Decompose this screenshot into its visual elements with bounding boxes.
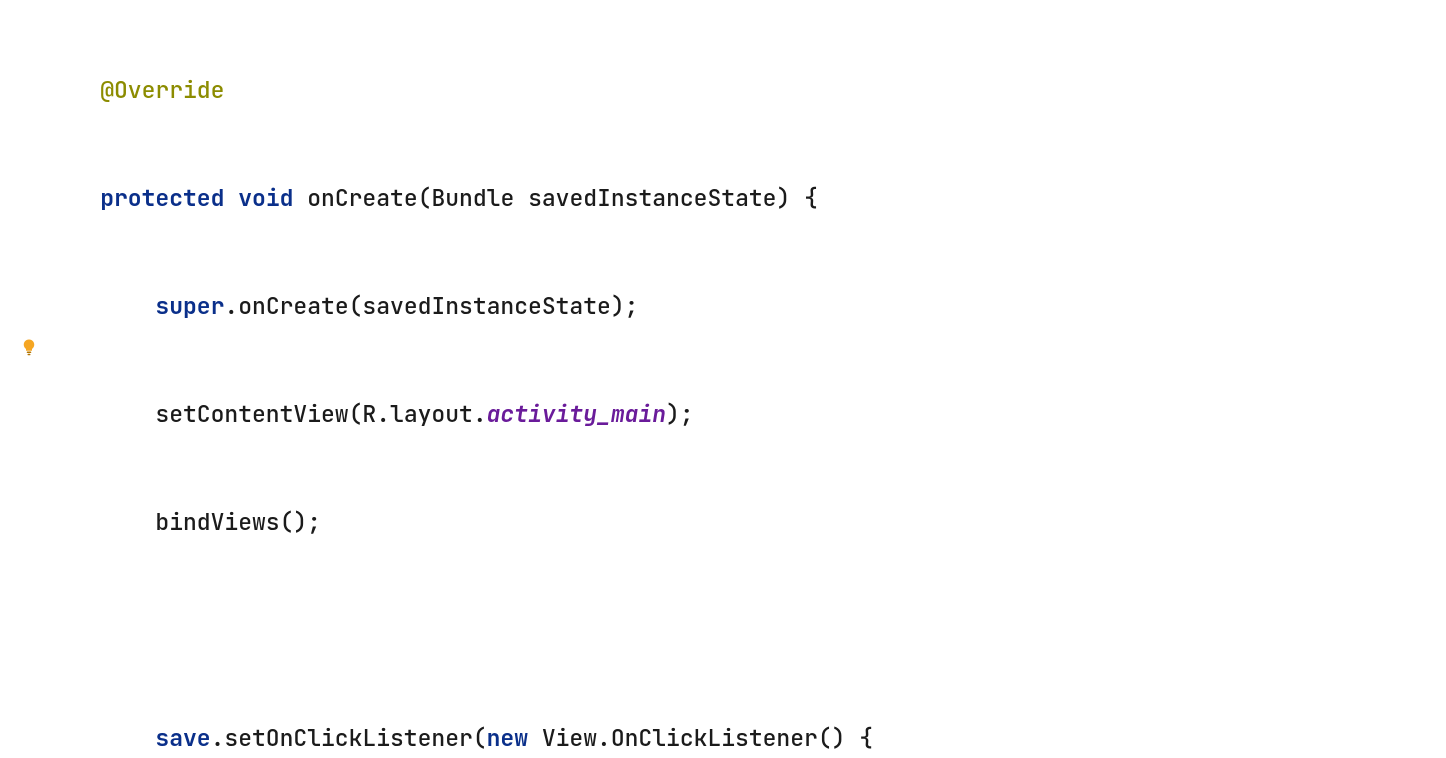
code-line: bindViews(); [45,504,1446,540]
code-line [45,612,1446,648]
code-line: save.setOnClickListener(new View.OnClick… [45,720,1446,756]
code-line: protected void onCreate(Bundle savedInst… [45,180,1446,216]
gutter [0,0,45,758]
code-area[interactable]: @Override protected void onCreate(Bundle… [45,0,1446,758]
code-line: @Override [45,72,1446,108]
code-line: super.onCreate(savedInstanceState); [45,288,1446,324]
annotation: @Override [100,75,224,105]
code-line: setContentView(R.layout.activity_main); [45,396,1446,432]
bulb-icon[interactable] [20,338,38,356]
